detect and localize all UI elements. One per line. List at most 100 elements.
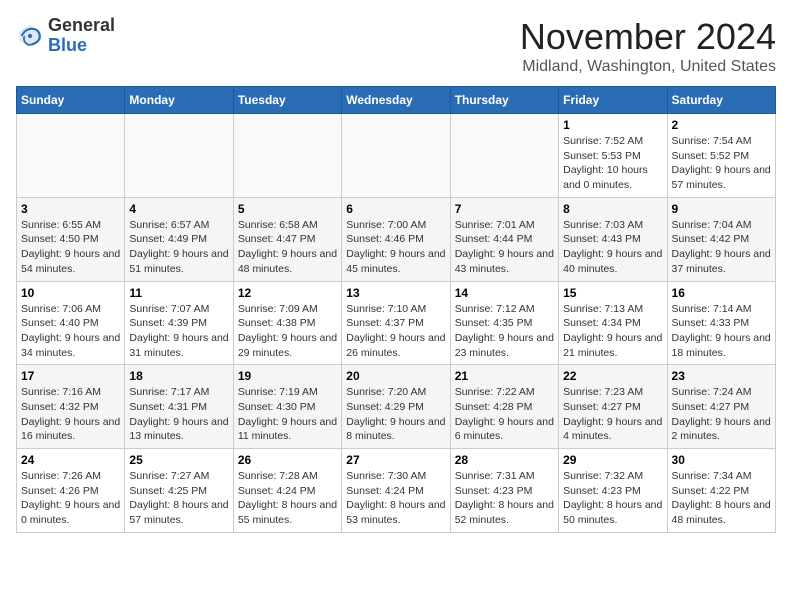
- weekday-header: Saturday: [667, 87, 775, 114]
- day-number: 29: [563, 453, 662, 467]
- day-cell: 2Sunrise: 7:54 AM Sunset: 5:52 PM Daylig…: [667, 114, 775, 198]
- day-number: 14: [455, 286, 554, 300]
- day-number: 1: [563, 118, 662, 132]
- day-info: Sunrise: 7:06 AM Sunset: 4:40 PM Dayligh…: [21, 302, 120, 361]
- empty-cell: [342, 114, 450, 198]
- logo: General Blue: [16, 16, 115, 56]
- calendar-row: 24 Sunrise: 7:26 AM Sunset: 4:26 PM Dayli…: [17, 449, 776, 533]
- day-info: Sunrise: 6:58 AM Sunset: 4:47 PM Dayligh…: [238, 218, 337, 277]
- day-number: 5: [238, 202, 337, 216]
- day-cell: 19 Sunrise: 7:19 AM Sunset: 4:30 PM Dayli…: [233, 365, 341, 449]
- title-section: November 2024 Midland, Washington, Unite…: [520, 16, 776, 76]
- location-title: Midland, Washington, United States: [520, 58, 776, 76]
- day-cell: 27Sunrise: 7:30 AM Sunset: 4:24 PM Dayli…: [342, 449, 450, 533]
- day-info: Sunrise: 7:04 AM Sunset: 4:42 PM Dayligh…: [672, 218, 771, 277]
- day-info: Sunrise: 7:03 AM Sunset: 4:43 PM Dayligh…: [563, 218, 662, 277]
- day-info: Sunrise: 7:24 AM Sunset: 4:27 PM Dayligh…: [672, 385, 771, 444]
- day-number: 19: [238, 369, 337, 383]
- day-info: Sunrise: 7:13 AM Sunset: 4:34 PM Dayligh…: [563, 302, 662, 361]
- day-number: 2: [672, 118, 771, 132]
- day-number: 13: [346, 286, 445, 300]
- day-info: Sunrise: 7:01 AM Sunset: 4:44 PM Dayligh…: [455, 218, 554, 277]
- calendar-header-row: SundayMondayTuesdayWednesdayThursdayFrid…: [17, 87, 776, 114]
- day-cell: 5 Sunrise: 6:58 AM Sunset: 4:47 PM Daylig…: [233, 197, 341, 281]
- day-info: Sunrise: 7:22 AM Sunset: 4:28 PM Dayligh…: [455, 385, 554, 444]
- empty-cell: [450, 114, 558, 198]
- day-cell: 28Sunrise: 7:31 AM Sunset: 4:23 PM Dayli…: [450, 449, 558, 533]
- day-number: 24: [21, 453, 120, 467]
- day-info: Sunrise: 7:09 AM Sunset: 4:38 PM Dayligh…: [238, 302, 337, 361]
- day-info: Sunrise: 6:57 AM Sunset: 4:49 PM Dayligh…: [129, 218, 228, 277]
- day-number: 4: [129, 202, 228, 216]
- day-number: 22: [563, 369, 662, 383]
- day-cell: 20 Sunrise: 7:20 AM Sunset: 4:29 PM Dayli…: [342, 365, 450, 449]
- day-info: Sunrise: 7:32 AM Sunset: 4:23 PM Dayligh…: [563, 469, 662, 528]
- weekday-header: Tuesday: [233, 87, 341, 114]
- day-cell: 11 Sunrise: 7:07 AM Sunset: 4:39 PM Dayli…: [125, 281, 233, 365]
- day-number: 18: [129, 369, 228, 383]
- day-number: 28: [455, 453, 554, 467]
- weekday-header: Wednesday: [342, 87, 450, 114]
- calendar-row: 10 Sunrise: 7:06 AM Sunset: 4:40 PM Dayli…: [17, 281, 776, 365]
- day-cell: 1 Sunrise: 7:52 AM Sunset: 5:53 PM Daylig…: [559, 114, 667, 198]
- day-number: 26: [238, 453, 337, 467]
- page-header: General Blue November 2024 Midland, Wash…: [16, 16, 776, 76]
- day-cell: 24 Sunrise: 7:26 AM Sunset: 4:26 PM Dayli…: [17, 449, 125, 533]
- day-number: 21: [455, 369, 554, 383]
- day-cell: 17Sunrise: 7:16 AM Sunset: 4:32 PM Dayli…: [17, 365, 125, 449]
- day-number: 25: [129, 453, 228, 467]
- day-info: Sunrise: 7:16 AM Sunset: 4:32 PM Dayligh…: [21, 385, 120, 444]
- day-number: 20: [346, 369, 445, 383]
- day-cell: 23Sunrise: 7:24 AM Sunset: 4:27 PM Dayli…: [667, 365, 775, 449]
- day-cell: 30 Sunrise: 7:34 AM Sunset: 4:22 PM Dayli…: [667, 449, 775, 533]
- day-number: 30: [672, 453, 771, 467]
- day-number: 16: [672, 286, 771, 300]
- day-number: 6: [346, 202, 445, 216]
- day-info: Sunrise: 7:34 AM Sunset: 4:22 PM Dayligh…: [672, 469, 771, 528]
- day-cell: 21 Sunrise: 7:22 AM Sunset: 4:28 PM Dayli…: [450, 365, 558, 449]
- calendar-row: 3Sunrise: 6:55 AM Sunset: 4:50 PM Daylig…: [17, 197, 776, 281]
- calendar-row: 1 Sunrise: 7:52 AM Sunset: 5:53 PM Daylig…: [17, 114, 776, 198]
- day-number: 12: [238, 286, 337, 300]
- day-cell: 4 Sunrise: 6:57 AM Sunset: 4:49 PM Daylig…: [125, 197, 233, 281]
- weekday-header: Sunday: [17, 87, 125, 114]
- weekday-header: Thursday: [450, 87, 558, 114]
- day-cell: 8 Sunrise: 7:03 AM Sunset: 4:43 PM Daylig…: [559, 197, 667, 281]
- day-cell: 14Sunrise: 7:12 AM Sunset: 4:35 PM Dayli…: [450, 281, 558, 365]
- day-cell: 9 Sunrise: 7:04 AM Sunset: 4:42 PM Daylig…: [667, 197, 775, 281]
- day-info: Sunrise: 7:28 AM Sunset: 4:24 PM Dayligh…: [238, 469, 337, 528]
- day-cell: 18Sunrise: 7:17 AM Sunset: 4:31 PM Dayli…: [125, 365, 233, 449]
- day-info: Sunrise: 7:26 AM Sunset: 4:26 PM Dayligh…: [21, 469, 120, 528]
- day-cell: 13Sunrise: 7:10 AM Sunset: 4:37 PM Dayli…: [342, 281, 450, 365]
- month-title: November 2024: [520, 16, 776, 58]
- day-info: Sunrise: 7:52 AM Sunset: 5:53 PM Dayligh…: [563, 134, 662, 193]
- day-cell: 3Sunrise: 6:55 AM Sunset: 4:50 PM Daylig…: [17, 197, 125, 281]
- weekday-header: Friday: [559, 87, 667, 114]
- empty-cell: [233, 114, 341, 198]
- day-info: Sunrise: 7:07 AM Sunset: 4:39 PM Dayligh…: [129, 302, 228, 361]
- calendar-table: SundayMondayTuesdayWednesdayThursdayFrid…: [16, 86, 776, 533]
- day-number: 10: [21, 286, 120, 300]
- day-info: Sunrise: 7:14 AM Sunset: 4:33 PM Dayligh…: [672, 302, 771, 361]
- empty-cell: [17, 114, 125, 198]
- day-cell: 29 Sunrise: 7:32 AM Sunset: 4:23 PM Dayli…: [559, 449, 667, 533]
- day-info: Sunrise: 7:20 AM Sunset: 4:29 PM Dayligh…: [346, 385, 445, 444]
- day-number: 9: [672, 202, 771, 216]
- day-info: Sunrise: 7:27 AM Sunset: 4:25 PM Dayligh…: [129, 469, 228, 528]
- day-info: Sunrise: 7:23 AM Sunset: 4:27 PM Dayligh…: [563, 385, 662, 444]
- day-number: 27: [346, 453, 445, 467]
- day-info: Sunrise: 7:00 AM Sunset: 4:46 PM Dayligh…: [346, 218, 445, 277]
- day-number: 15: [563, 286, 662, 300]
- day-cell: 6 Sunrise: 7:00 AM Sunset: 4:46 PM Daylig…: [342, 197, 450, 281]
- day-number: 8: [563, 202, 662, 216]
- weekday-header: Monday: [125, 87, 233, 114]
- day-cell: 16 Sunrise: 7:14 AM Sunset: 4:33 PM Dayli…: [667, 281, 775, 365]
- day-info: Sunrise: 6:55 AM Sunset: 4:50 PM Dayligh…: [21, 218, 120, 277]
- day-cell: 26 Sunrise: 7:28 AM Sunset: 4:24 PM Dayli…: [233, 449, 341, 533]
- day-info: Sunrise: 7:19 AM Sunset: 4:30 PM Dayligh…: [238, 385, 337, 444]
- day-cell: 15 Sunrise: 7:13 AM Sunset: 4:34 PM Dayli…: [559, 281, 667, 365]
- day-cell: 25 Sunrise: 7:27 AM Sunset: 4:25 PM Dayli…: [125, 449, 233, 533]
- day-number: 11: [129, 286, 228, 300]
- day-number: 7: [455, 202, 554, 216]
- logo-text: General Blue: [48, 16, 115, 56]
